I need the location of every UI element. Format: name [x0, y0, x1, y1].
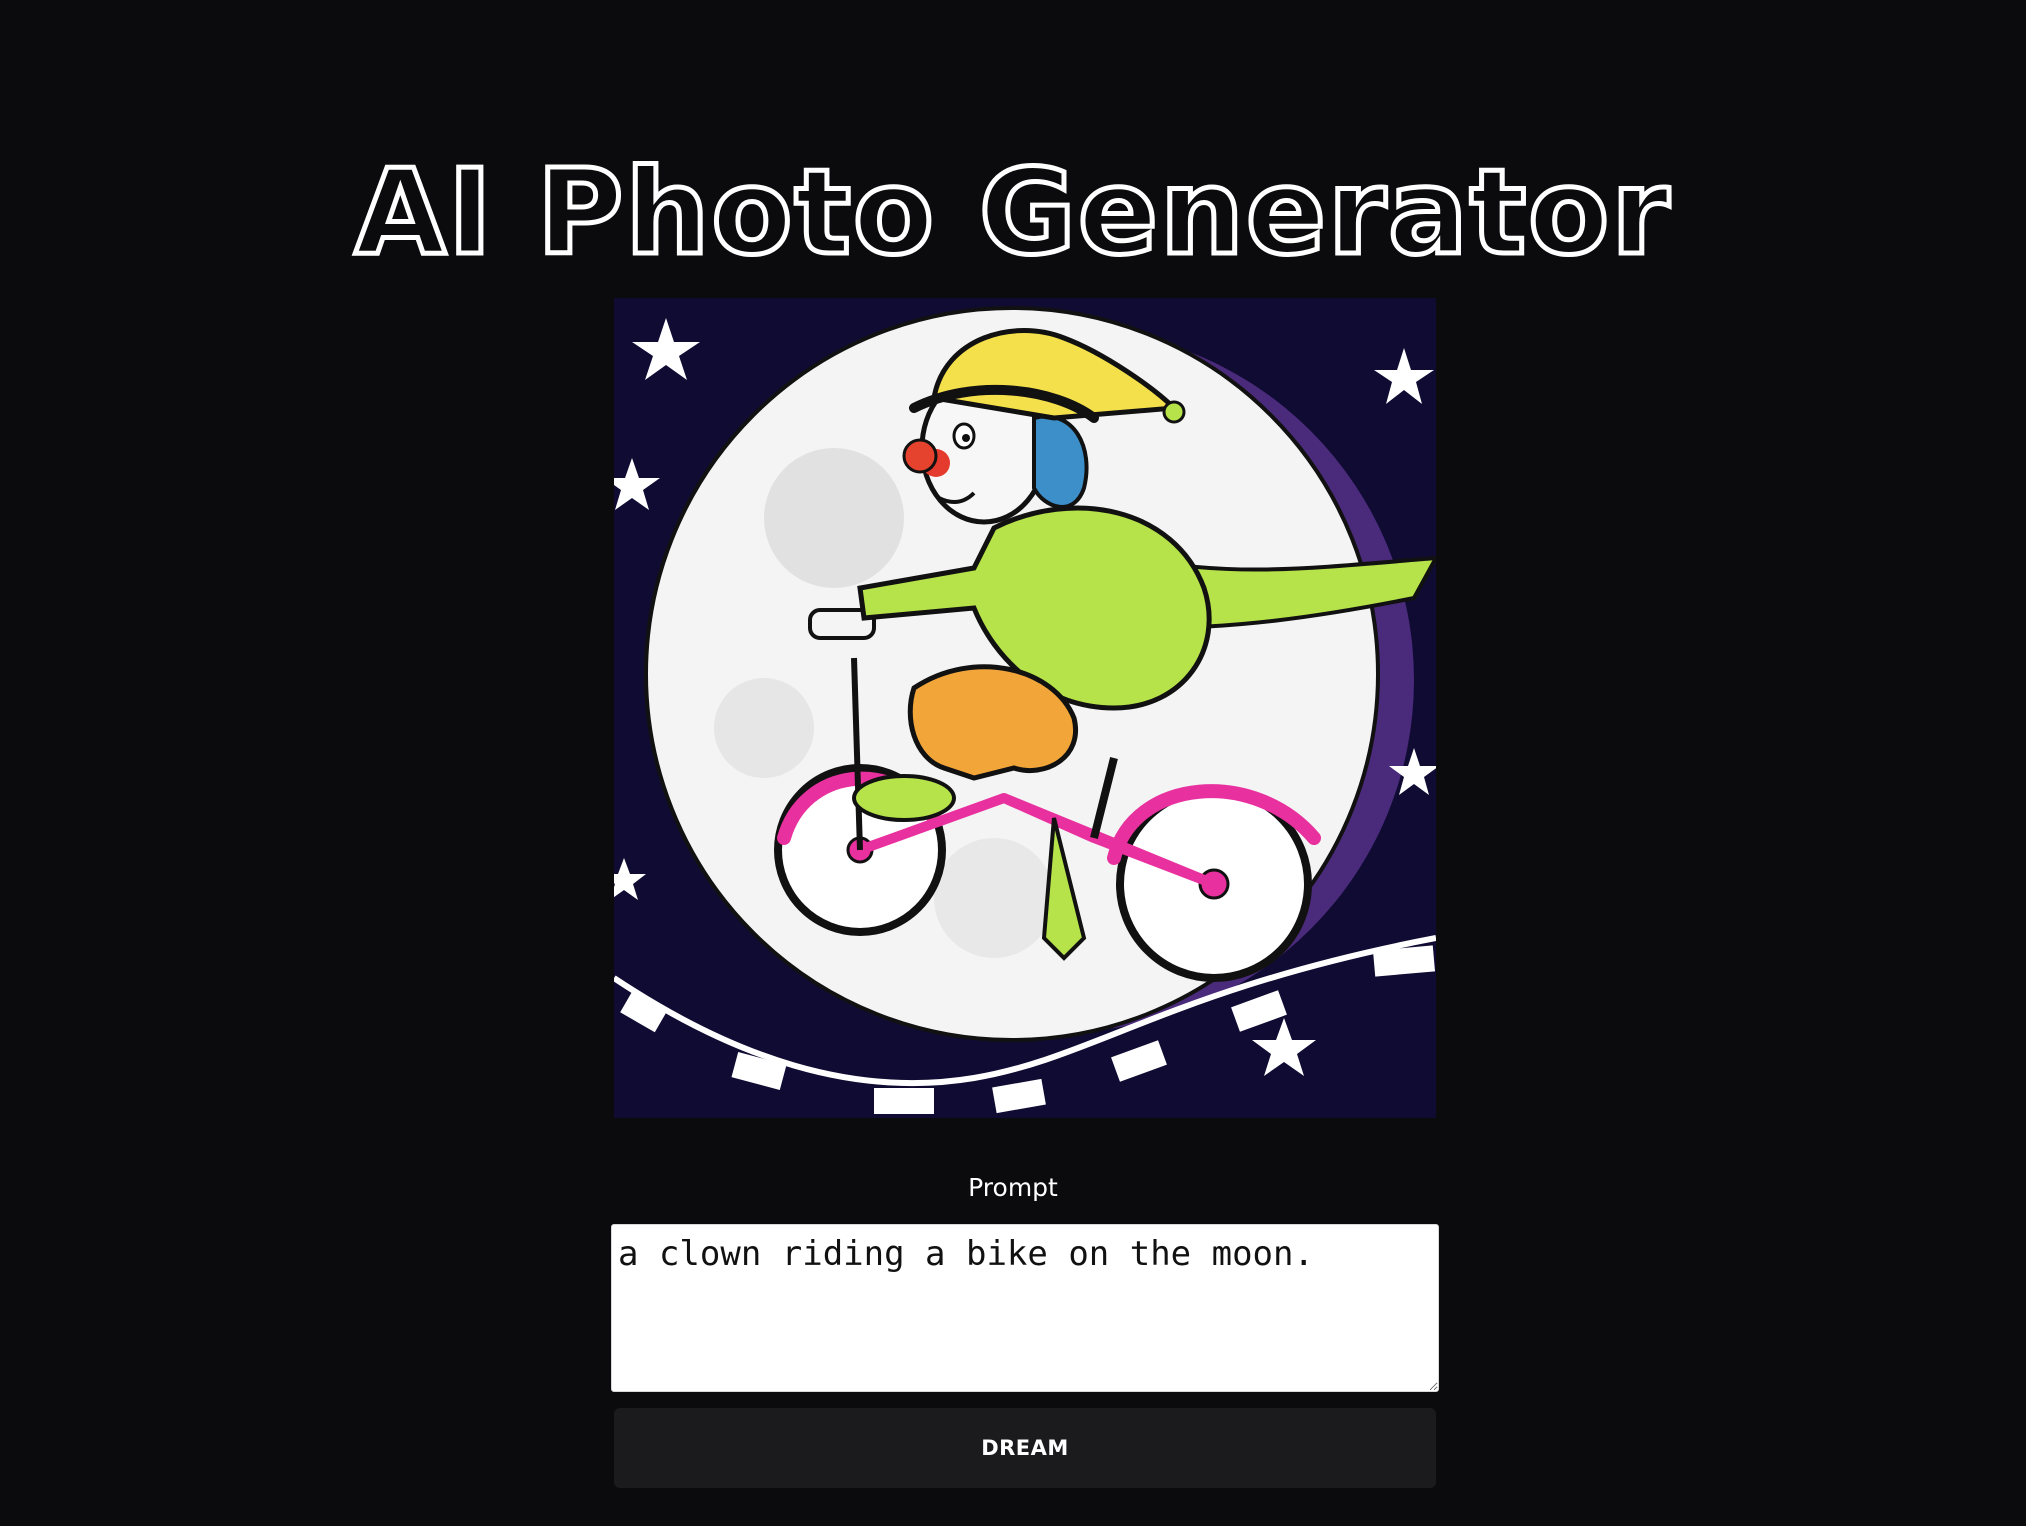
moon-crater: [764, 448, 904, 588]
clown-nose: [902, 438, 938, 474]
dream-button[interactable]: DREAM: [614, 1408, 1436, 1488]
generated-image: [614, 298, 1436, 1118]
moon-crater: [934, 838, 1054, 958]
page-title: AI Photo Generator: [352, 141, 1672, 284]
generated-image-illustration: [614, 298, 1436, 1118]
app-page: AI Photo Generator Prompt a clown riding…: [0, 0, 2026, 1526]
prompt-input[interactable]: a clown riding a bike on the moon.: [611, 1224, 1439, 1392]
moon-crater: [714, 678, 814, 778]
prompt-label: Prompt: [968, 1173, 1058, 1202]
